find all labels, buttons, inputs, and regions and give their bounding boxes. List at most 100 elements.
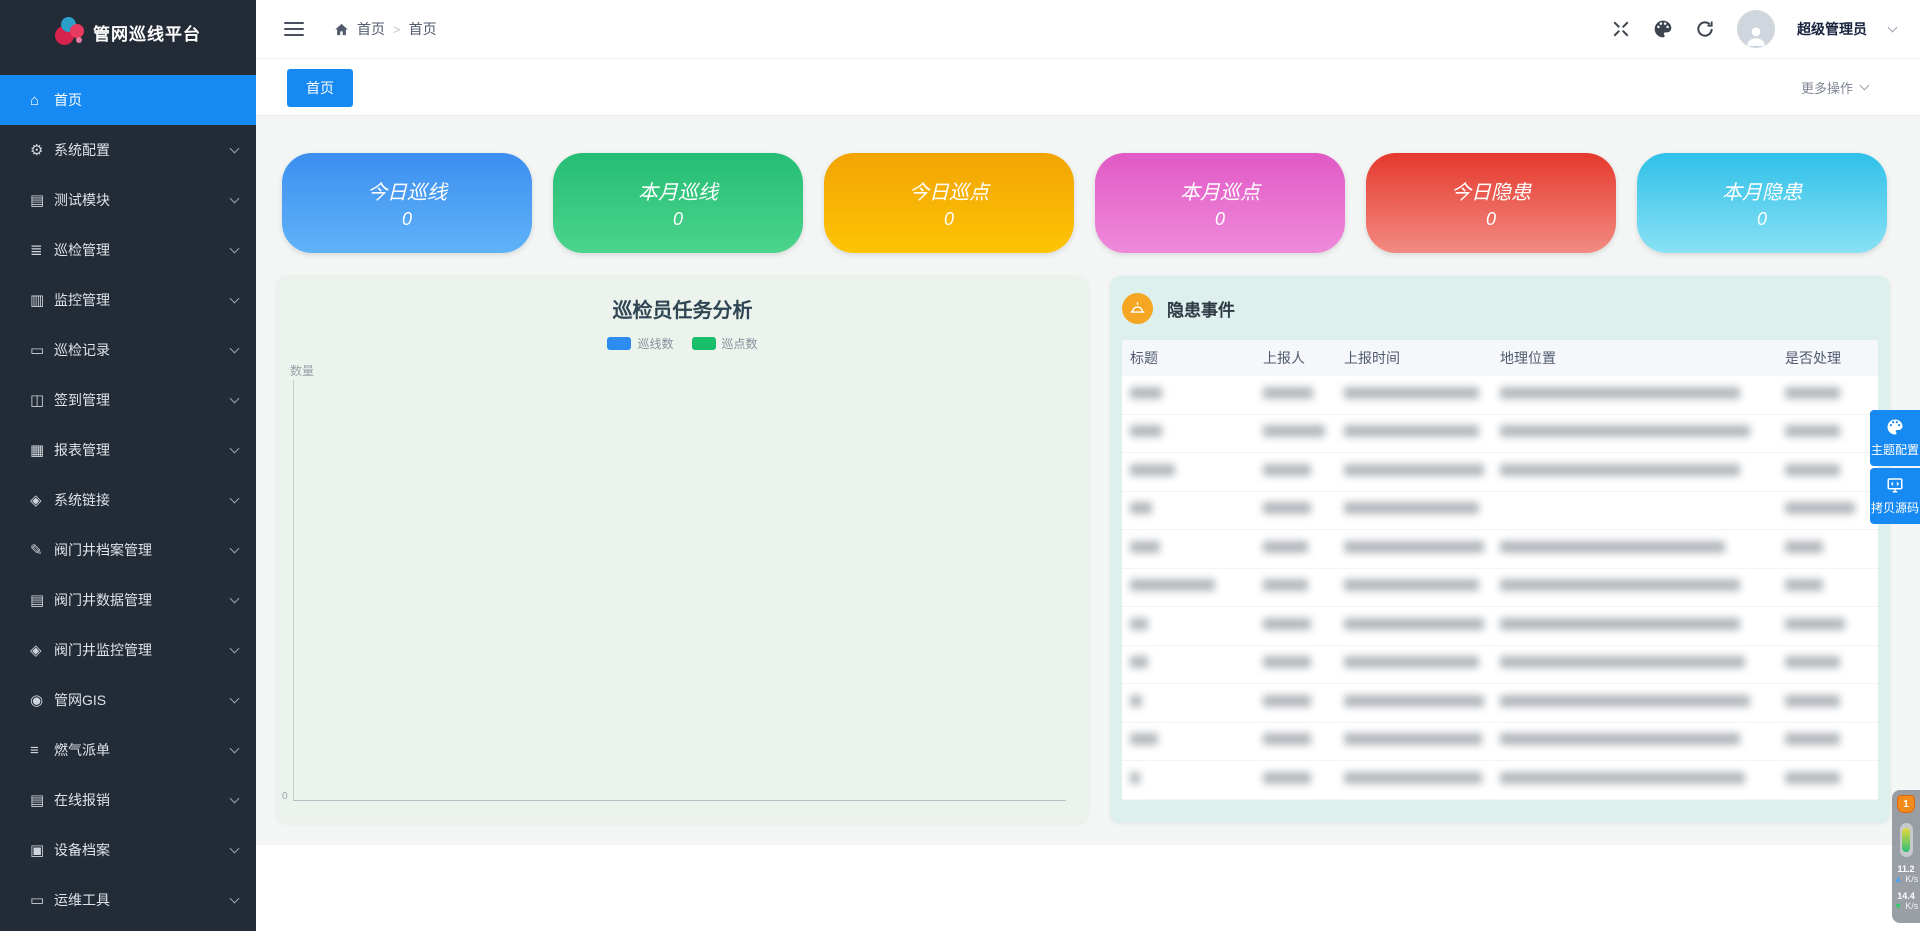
table-row[interactable] — [1122, 684, 1878, 723]
fullscreen-icon[interactable] — [1611, 19, 1631, 39]
tab-home[interactable]: 首页 — [287, 69, 353, 107]
sidebar-item-16[interactable]: ▭运维工具 — [0, 875, 256, 925]
stat-card-label: 今日隐患 — [1451, 176, 1531, 205]
stat-card-1[interactable]: 本月巡线0 — [553, 153, 803, 253]
sidebar-item-13[interactable]: ≡燃气派单 — [0, 725, 256, 775]
sidebar-item-14[interactable]: ▤在线报销 — [0, 775, 256, 825]
sidebar-item-11[interactable]: ◈阀门井监控管理 — [0, 625, 256, 675]
table-row[interactable] — [1122, 761, 1878, 800]
sidebar-item-9[interactable]: ✎阀门井档案管理 — [0, 525, 256, 575]
palette-icon[interactable] — [1653, 19, 1673, 39]
table-row[interactable] — [1122, 415, 1878, 454]
sidebar-item-3[interactable]: ≣巡检管理 — [0, 225, 256, 275]
stat-card-0[interactable]: 今日巡线0 — [282, 153, 532, 253]
sidebar-item-2[interactable]: ▤测试模块 — [0, 175, 256, 225]
table-row[interactable] — [1122, 453, 1878, 492]
gauge-icon — [1900, 823, 1913, 857]
more-actions-button[interactable]: 更多操作 — [1801, 78, 1868, 97]
chevron-down-icon — [230, 393, 240, 403]
download-speed-unit: K/s — [1905, 901, 1918, 911]
table-row[interactable] — [1122, 569, 1878, 608]
network-monitor-widget[interactable]: 1 11.2 ▲ K/s 14.4 ▼ K/s — [1892, 790, 1920, 923]
table-cell-redacted — [1500, 386, 1785, 404]
sidebar-item-label: 首页 — [54, 90, 238, 110]
sidebar-item-12[interactable]: ◉管网GIS — [0, 675, 256, 725]
chevron-down-icon — [230, 743, 240, 753]
stat-card-value: 0 — [1215, 209, 1225, 230]
breadcrumb-root[interactable]: 首页 — [357, 19, 385, 39]
sidebar-item-label: 设备档案 — [54, 840, 231, 860]
legend-item-0[interactable]: 巡线数 — [607, 335, 673, 352]
y-axis-label: 数量 — [290, 362, 314, 379]
table-cell-redacted — [1263, 655, 1344, 673]
chevron-down-icon — [230, 593, 240, 603]
column-header-0: 标题 — [1122, 348, 1263, 368]
stat-card-5[interactable]: 本月隐患0 — [1637, 153, 1887, 253]
sidebar-item-label: 燃气派单 — [54, 740, 231, 760]
table-row[interactable] — [1122, 723, 1878, 762]
table-row[interactable] — [1122, 492, 1878, 531]
upload-speed-value: 11.2 — [1894, 864, 1918, 874]
sidebar-item-10[interactable]: ▤阀门井数据管理 — [0, 575, 256, 625]
theme-config-label: 主题配置 — [1871, 441, 1919, 458]
stat-card-label: 今日巡点 — [909, 176, 989, 205]
collapse-menu-icon[interactable] — [284, 18, 304, 40]
table-row[interactable] — [1122, 530, 1878, 569]
table-cell-redacted — [1785, 540, 1878, 558]
upload-speed-unit: K/s — [1905, 874, 1918, 884]
refresh-icon[interactable] — [1695, 19, 1715, 39]
user-name[interactable]: 超级管理员 — [1797, 19, 1867, 39]
sidebar-item-label: 管网GIS — [54, 690, 231, 710]
sidebar-item-label: 阀门井档案管理 — [54, 540, 231, 560]
dispatch-icon: ≡ — [30, 742, 54, 759]
column-header-2: 上报时间 — [1344, 348, 1500, 368]
chevron-down-icon — [230, 193, 240, 203]
table-cell-redacted — [1122, 386, 1263, 404]
more-actions-label: 更多操作 — [1801, 78, 1853, 97]
table-cell-redacted — [1263, 386, 1344, 404]
hazard-events-panel: 隐患事件 标题上报人上报时间地理位置是否处理 — [1110, 276, 1890, 823]
table-cell-redacted — [1500, 732, 1785, 750]
chevron-down-icon — [230, 793, 240, 803]
table-cell-redacted — [1500, 540, 1785, 558]
palette-icon — [1886, 418, 1904, 436]
table-row[interactable] — [1122, 376, 1878, 415]
cube-eye-icon: ◈ — [30, 641, 54, 659]
app-root: 管网巡线平台 ⌂首页⚙系统配置▤测试模块≣巡检管理▥监控管理▭巡检记录◫签到管理… — [0, 0, 1920, 931]
sidebar-item-label: 系统配置 — [54, 140, 231, 160]
stat-card-3[interactable]: 本月巡点0 — [1095, 153, 1345, 253]
sidebar-item-7[interactable]: ▦报表管理 — [0, 425, 256, 475]
table-row[interactable] — [1122, 646, 1878, 685]
sidebar-item-1[interactable]: ⚙系统配置 — [0, 125, 256, 175]
arrow-down-icon: ▼ — [1894, 901, 1903, 911]
sidebar-item-4[interactable]: ▥监控管理 — [0, 275, 256, 325]
sidebar-item-6[interactable]: ◫签到管理 — [0, 375, 256, 425]
chevron-down-icon — [230, 843, 240, 853]
table-row[interactable] — [1122, 607, 1878, 646]
sidebar-item-5[interactable]: ▭巡检记录 — [0, 325, 256, 375]
table-cell-redacted — [1785, 424, 1878, 442]
legend-item-1[interactable]: 巡点数 — [692, 335, 758, 352]
breadcrumb-separator: > — [393, 22, 401, 37]
user-avatar[interactable] — [1737, 10, 1775, 48]
table-cell-redacted — [1344, 655, 1500, 673]
sidebar: 管网巡线平台 ⌂首页⚙系统配置▤测试模块≣巡检管理▥监控管理▭巡检记录◫签到管理… — [0, 0, 256, 931]
sidebar-item-0[interactable]: ⌂首页 — [0, 75, 256, 125]
table-cell-redacted — [1122, 463, 1263, 481]
sidebar-item-label: 签到管理 — [54, 390, 231, 410]
chevron-down-icon[interactable] — [1888, 22, 1898, 32]
table-cell-redacted — [1785, 655, 1878, 673]
stat-card-4[interactable]: 今日隐患0 — [1366, 153, 1616, 253]
sidebar-item-8[interactable]: ◈系统链接 — [0, 475, 256, 525]
x-axis-line — [293, 800, 1066, 801]
copy-source-button[interactable]: 拷贝源码 — [1870, 468, 1920, 524]
table-cell-redacted — [1500, 771, 1785, 789]
table-cell-redacted — [1263, 424, 1344, 442]
stat-card-2[interactable]: 今日巡点0 — [824, 153, 1074, 253]
sidebar-item-label: 监控管理 — [54, 290, 231, 310]
theme-config-button[interactable]: 主题配置 — [1870, 410, 1920, 466]
legend-label: 巡线数 — [637, 335, 673, 352]
download-speed: 14.4 ▼ K/s — [1894, 891, 1918, 911]
sidebar-item-15[interactable]: ▣设备档案 — [0, 825, 256, 875]
hazard-table: 标题上报人上报时间地理位置是否处理 — [1122, 340, 1878, 800]
